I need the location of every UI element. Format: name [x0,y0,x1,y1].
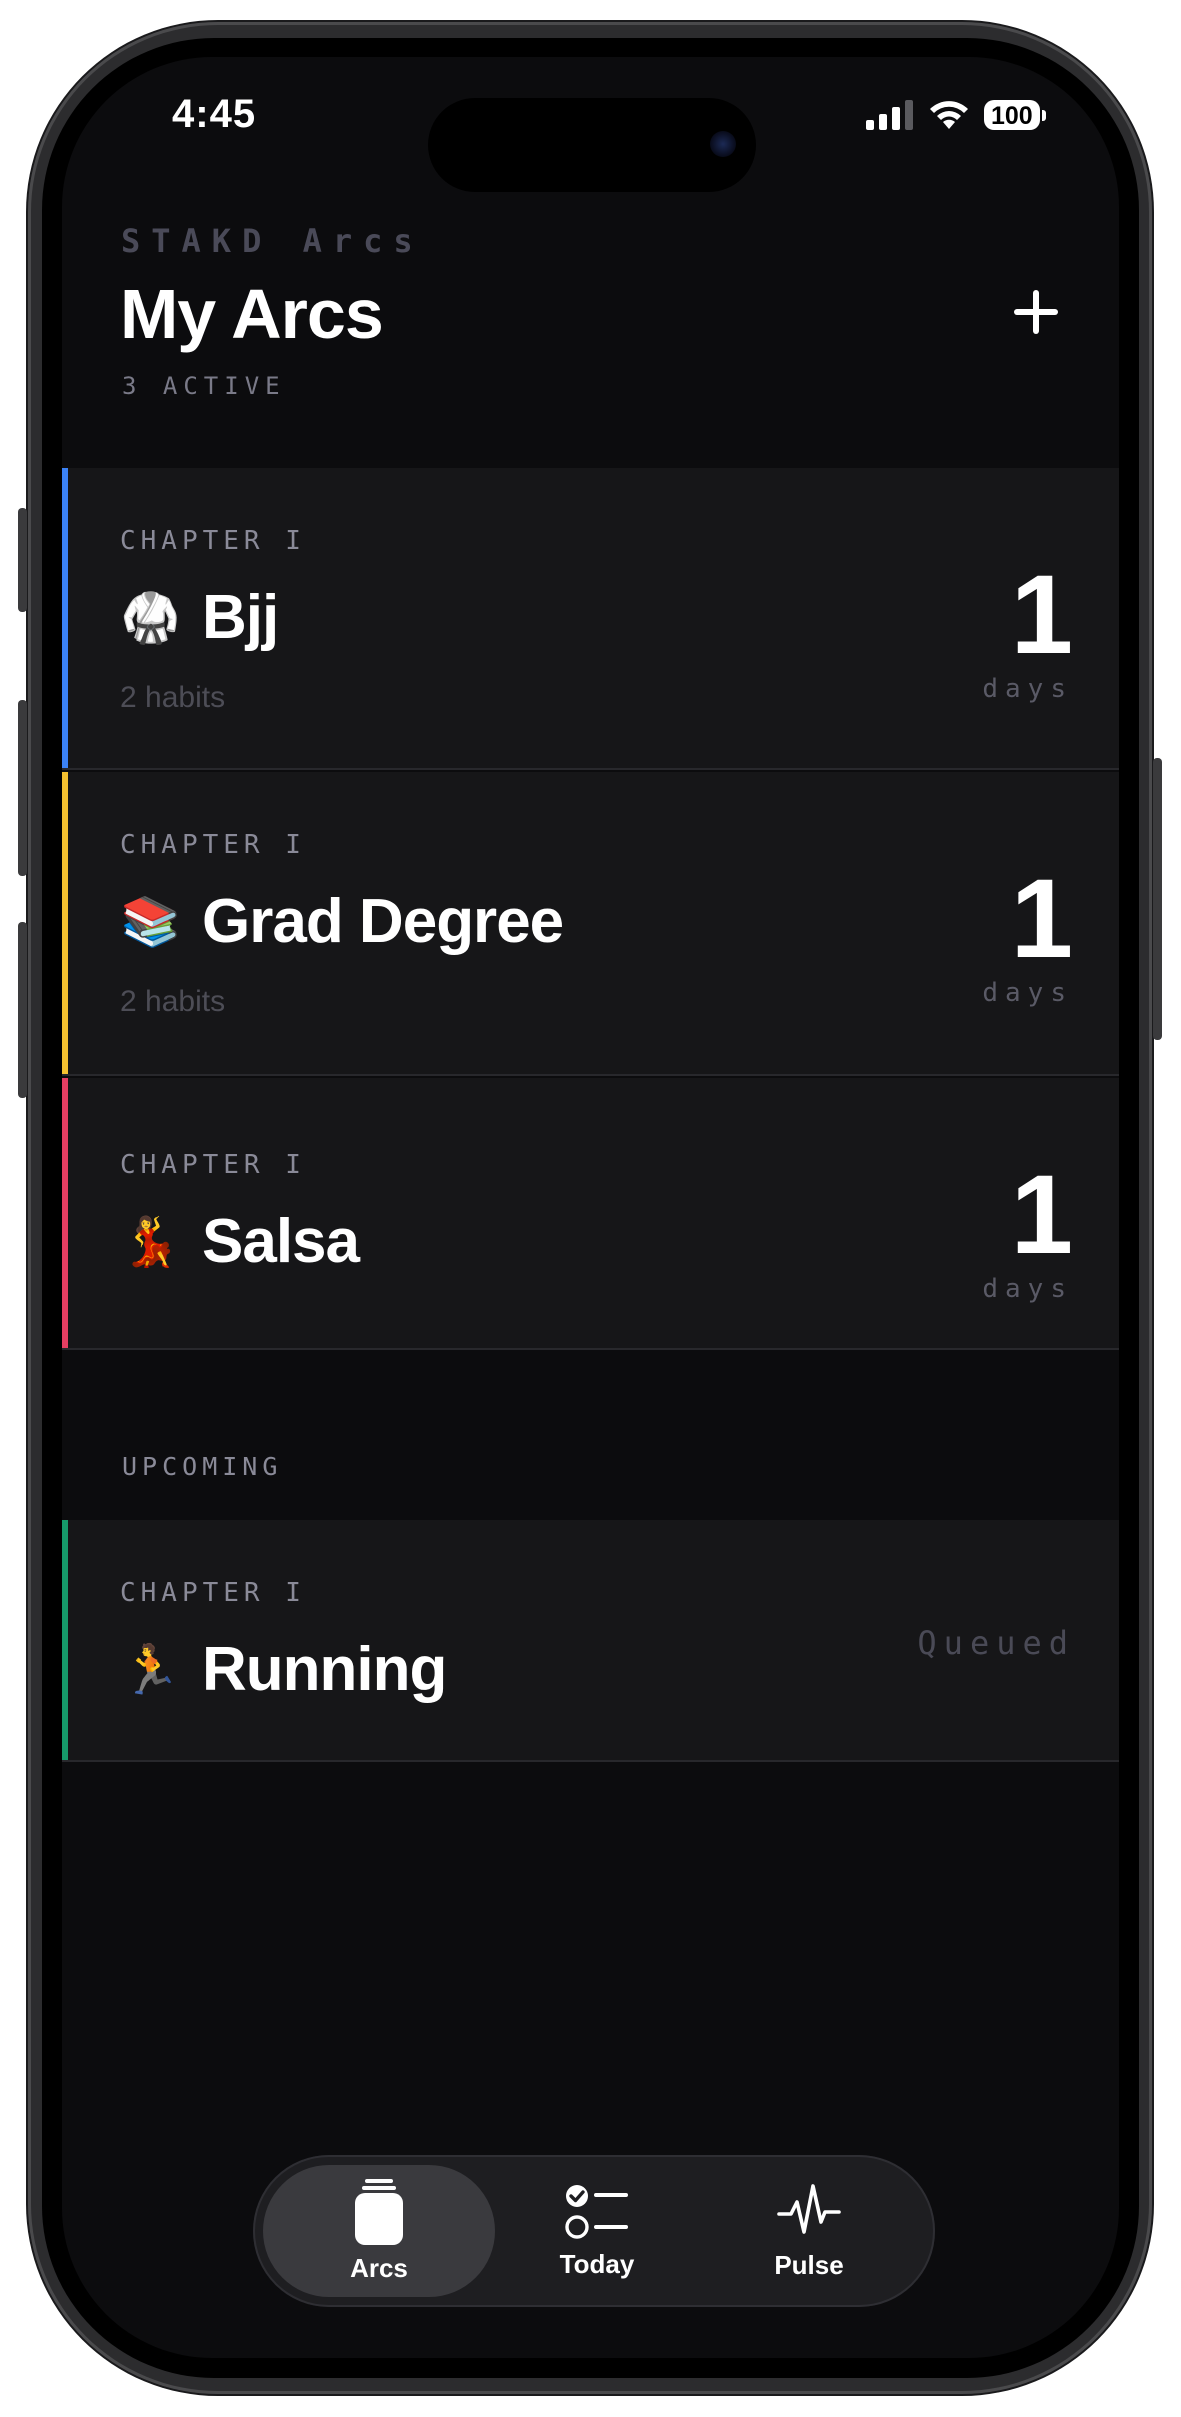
plus-icon [1014,290,1058,334]
arc-title: 💃 Salsa [120,1206,360,1277]
arc-name: Salsa [202,1207,360,1276]
streak-unit: days [982,978,1073,1008]
brand-label: STAKD Arcs [121,222,424,260]
streak-count: 1 [1010,552,1073,677]
tab-today[interactable]: Today [481,2165,713,2297]
martial-arts-uniform-icon: 🥋 [120,592,181,645]
habit-count: 2 habits [120,681,226,714]
status-indicators: 100 [866,98,1046,132]
volume-up-button [18,700,27,876]
chapter-label: CHAPTER I [120,830,306,860]
arc-title: 📚 Grad Degree [120,886,565,957]
tab-pulse[interactable]: Pulse [693,2165,925,2297]
arc-card-salsa[interactable]: CHAPTER I 💃 Salsa 1 days [62,1078,1119,1350]
page-title: My Arcs [120,275,384,353]
chapter-label: CHAPTER I [120,1578,306,1608]
volume-down-button [18,922,27,1098]
arc-name: Running [202,1635,447,1704]
streak-count: 1 [1010,1152,1073,1277]
streak-unit: days [982,674,1073,704]
arc-name: Bjj [202,583,279,652]
arc-card-bjj[interactable]: CHAPTER I 🥋 Bjj 2 habits 1 days [62,468,1119,770]
battery-indicator: 100 [984,100,1046,130]
dynamic-island [428,98,756,192]
checklist-icon [565,2184,628,2239]
chapter-label: CHAPTER I [120,1150,306,1180]
arc-color-stripe [62,772,68,1074]
active-count: 3 ACTIVE [122,372,286,400]
tab-label: Arcs [350,2252,408,2283]
arc-color-stripe [62,1078,68,1348]
chapter-label: CHAPTER I [120,526,306,556]
arc-card-grad-degree[interactable]: CHAPTER I 📚 Grad Degree 2 habits 1 days [62,772,1119,1076]
arc-color-stripe [62,1520,68,1760]
arc-color-stripe [62,468,68,768]
cellular-signal-icon [866,100,913,130]
power-button [1153,758,1162,1040]
runner-icon: 🏃 [120,1644,181,1697]
streak-unit: days [982,1274,1073,1304]
queued-status: Queued [917,1624,1075,1662]
upcoming-section-label: UPCOMING [122,1452,283,1481]
arc-name: Grad Degree [202,887,564,956]
action-button [18,508,27,612]
tab-label: Pulse [774,2249,844,2280]
habit-count: 2 habits [120,985,226,1018]
add-arc-button[interactable] [1006,282,1066,342]
status-time: 4:45 [172,92,257,136]
arc-card-running[interactable]: CHAPTER I 🏃 Running Queued [62,1520,1119,1762]
books-icon: 📚 [120,896,181,949]
arc-title: 🏃 Running [120,1634,448,1705]
pulse-icon [777,2183,841,2234]
wifi-icon [930,101,968,129]
tab-bar: Arcs Today Pulse [253,2155,935,2307]
streak-count: 1 [1010,856,1073,981]
camera-icon [710,131,736,157]
dancer-icon: 💃 [120,1216,181,1269]
arc-title: 🥋 Bjj [120,582,280,653]
tab-arcs[interactable]: Arcs [263,2165,495,2297]
tab-label: Today [559,2248,635,2279]
jar-icon [355,2178,403,2245]
